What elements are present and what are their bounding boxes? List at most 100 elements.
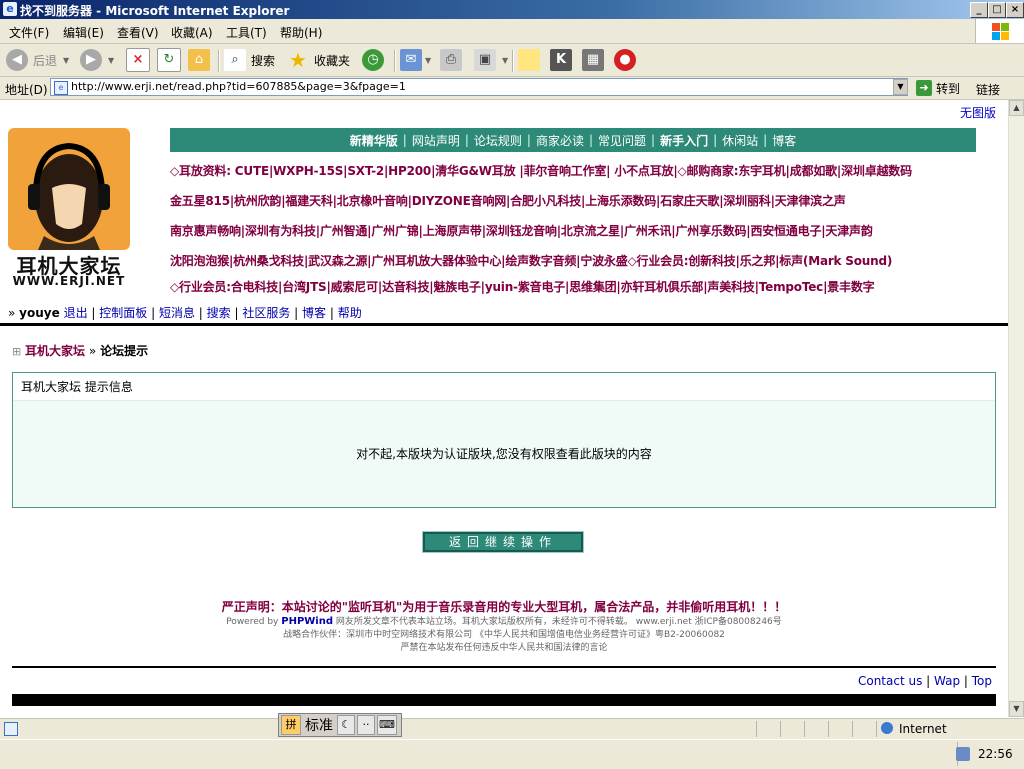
address-label: 地址(D): [5, 83, 48, 97]
nav-merchant[interactable]: 商家必读: [532, 132, 588, 149]
network-icon[interactable]: [956, 747, 970, 761]
minimize-button[interactable]: _: [970, 2, 988, 18]
plugin-icon: ●: [614, 49, 636, 71]
forward-arrow-icon: ▶: [80, 49, 102, 71]
chevron-down-icon: ▼: [108, 55, 115, 65]
top-link[interactable]: Top: [972, 674, 992, 688]
window-icon: ▣: [474, 49, 496, 71]
stop-button[interactable]: ×: [126, 48, 150, 72]
page-status-icon: [4, 722, 18, 736]
globe-icon: [881, 722, 893, 734]
messages-link[interactable]: 短消息: [159, 306, 195, 320]
forward-button[interactable]: ▶ ▼: [80, 48, 114, 72]
ime-bar[interactable]: 拼 标准 ☾ ·· ⌨: [278, 713, 402, 737]
page-icon: e: [54, 81, 68, 95]
breadcrumb: ⊞ 耳机大家坛 » 论坛提示: [12, 344, 149, 358]
contact-us-link[interactable]: Contact us: [858, 674, 922, 688]
kontact-button[interactable]: K: [550, 48, 572, 72]
chevron-down-icon: ▼: [502, 55, 509, 65]
menu-bar: 文件(F) 编辑(E) 查看(V) 收藏(A) 工具(T) 帮助(H): [0, 19, 1024, 44]
ad-row-4[interactable]: 沈阳泡泡猴|杭州桑戈科技|武汉森之源|广州耳机放大器体验中心|绘声数字音频|宁波…: [170, 252, 892, 269]
history-button[interactable]: ◷: [362, 48, 384, 72]
favorites-button[interactable]: ★ 收藏夹: [287, 48, 350, 72]
chevron-down-icon: ▼: [63, 55, 70, 65]
plugin-button[interactable]: ●: [614, 48, 636, 72]
help-link[interactable]: 帮助: [338, 306, 362, 320]
logout-link[interactable]: 退出: [64, 306, 88, 320]
menu-edit[interactable]: 编辑(E): [63, 24, 104, 41]
site-logo[interactable]: 耳机大家坛 WWW.ERJI.NET: [8, 128, 130, 290]
nav-blog[interactable]: 博客: [768, 132, 800, 149]
vertical-scrollbar[interactable]: ▲ ▼: [1008, 100, 1024, 717]
prompt-header: 耳机大家坛 提示信息: [13, 373, 995, 401]
nav-statement[interactable]: 网站声明: [408, 132, 464, 149]
nav-essence[interactable]: 新精华版: [346, 132, 402, 149]
film-button[interactable]: ▦: [582, 48, 604, 72]
system-tray: 22:56: [956, 742, 1024, 766]
menu-tools[interactable]: 工具(T): [226, 24, 267, 41]
nav-newbie[interactable]: 新手入门: [656, 132, 712, 149]
taskbar: 22:56: [0, 739, 1024, 769]
links-button[interactable]: 链接: [976, 81, 1000, 98]
search-button[interactable]: ⌕ 搜索: [224, 48, 275, 72]
ad-row-1[interactable]: ◇耳放资料: CUTE|WXPH-15S|SXT-2|HP200|清华G&W耳放…: [170, 162, 912, 179]
return-button[interactable]: 返回继续操作: [422, 531, 584, 553]
phpwind-link[interactable]: PHPWind: [281, 616, 333, 627]
wap-link[interactable]: Wap: [934, 674, 960, 688]
moon-icon[interactable]: ☾: [337, 715, 355, 735]
no-image-link[interactable]: 无图版: [960, 104, 996, 121]
mail-button[interactable]: ✉ ▼: [400, 48, 431, 72]
ime-logo-icon[interactable]: 拼: [281, 715, 301, 735]
note-button[interactable]: [518, 48, 540, 72]
breadcrumb-home[interactable]: 耳机大家坛: [25, 344, 85, 358]
scroll-down-icon[interactable]: ▼: [1009, 701, 1024, 717]
community-link[interactable]: 社区服务: [242, 306, 290, 320]
fullscreen-button[interactable]: ▣ ▼: [474, 48, 508, 72]
refresh-button[interactable]: ↻: [157, 48, 181, 72]
home-button[interactable]: ⌂: [188, 48, 210, 72]
ie-icon: e: [3, 2, 17, 16]
search-link[interactable]: 搜索: [207, 306, 231, 320]
standard-toolbar: ◀ 后退 ▼ ▶ ▼ × ↻ ⌂ ⌕ 搜索 ★ 收藏夹 ◷ ✉ ▼ ⎙ ▣ ▼ …: [0, 44, 1024, 77]
menu-view[interactable]: 查看(V): [117, 24, 159, 41]
nav-rules[interactable]: 论坛规则: [470, 132, 526, 149]
history-icon: ◷: [362, 49, 384, 71]
nav-faq[interactable]: 常见问题: [594, 132, 650, 149]
ad-row-5[interactable]: ◇行业会员:合电科技|台湾JTS|威索尼可|达音科技|魅族电子|yuin-紫音电…: [170, 278, 875, 295]
main-nav: 新精华版 | 网站声明 | 论坛规则 | 商家必读 | 常见问题 | 新手入门 | 休闲站 |…: [170, 128, 976, 152]
go-arrow-icon: ➜: [916, 80, 932, 96]
footer-warning: 严禁在本站发布任何违反中华人民共和国法律的言论: [400, 643, 608, 653]
keyboard-icon[interactable]: ⌨: [377, 715, 397, 735]
toolbar-separator: [394, 50, 396, 72]
address-input[interactable]: http://www.erji.net/read.php?tid=607885&…: [50, 78, 908, 96]
print-button[interactable]: ⎙: [440, 48, 462, 72]
note-icon: [518, 49, 540, 71]
control-panel-link[interactable]: 控制面板: [99, 306, 147, 320]
scroll-up-icon[interactable]: ▲: [1009, 100, 1024, 116]
clock[interactable]: 22:56: [978, 747, 1013, 761]
maximize-button[interactable]: □: [988, 2, 1006, 18]
nav-leisure[interactable]: 休闲站: [718, 132, 762, 149]
toolbar-separator: [512, 50, 514, 72]
star-icon: ★: [289, 48, 307, 72]
logo-text-en: WWW.ERJI.NET: [12, 274, 126, 288]
username: youye: [19, 306, 60, 320]
ad-row-3[interactable]: 南京惠声畅响|深圳有为科技|广州智通|广州广锦|上海原声带|深圳钰龙音响|北京流…: [170, 222, 873, 239]
blog-link[interactable]: 博客: [302, 306, 326, 320]
menu-help[interactable]: 帮助(H): [280, 24, 322, 41]
back-button[interactable]: ◀ 后退 ▼: [6, 48, 69, 72]
address-dropdown-button[interactable]: ▼: [893, 79, 908, 95]
footer-partner: 战略合作伙伴：深圳市中时空网络技术有限公司 《中华人民共和国增值电信业务经营许可…: [283, 630, 725, 640]
punctuation-icon[interactable]: ··: [357, 715, 375, 735]
go-button[interactable]: ➜ 转到: [916, 79, 960, 97]
back-arrow-icon: ◀: [6, 49, 28, 71]
prompt-box: 耳机大家坛 提示信息 对不起,本版块为认证版块,您没有权限查看此版块的内容: [12, 372, 996, 508]
page-viewport: 无图版 耳机大家坛 WWW.ERJI.NET 新精华版 | 网站声明 | 论坛规则 |…: [0, 100, 1008, 717]
close-button[interactable]: ×: [1006, 2, 1024, 18]
ad-row-2[interactable]: 金五星815|杭州欣韵|福建天科|北京橡叶音响|DIYZONE音响网|合肥小凡科…: [170, 192, 846, 209]
status-bar: Internet: [0, 718, 1024, 739]
ime-mode[interactable]: 标准: [305, 715, 333, 735]
refresh-icon: ↻: [157, 48, 181, 72]
menu-file[interactable]: 文件(F): [9, 24, 49, 41]
menu-favorites[interactable]: 收藏(A): [171, 24, 213, 41]
